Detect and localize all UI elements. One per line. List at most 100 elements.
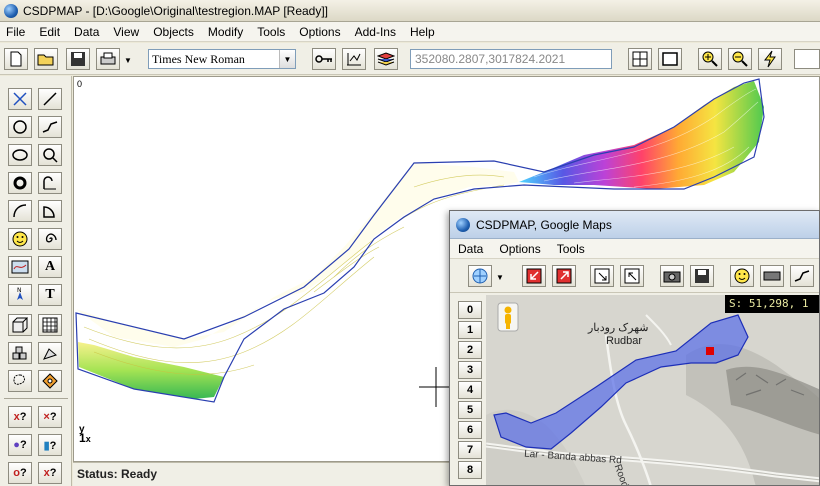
map-label-city-fa: شهرک رودبار <box>588 322 649 334</box>
query-cross-button[interactable]: x? <box>38 462 62 484</box>
map-type-dropdown-icon[interactable]: ▼ <box>496 273 504 282</box>
lasso-tool-button[interactable] <box>8 370 32 392</box>
font-select[interactable]: Times New Roman ▼ <box>148 49 296 69</box>
grid3d-tool-button[interactable] <box>8 314 32 336</box>
spiral-tool-button[interactable] <box>38 228 62 250</box>
query-o-button[interactable]: o? <box>8 462 32 484</box>
symbol-tool-button[interactable] <box>8 228 32 250</box>
export-button[interactable] <box>552 265 576 287</box>
ellipse-tool-button[interactable] <box>8 144 32 166</box>
google-polyline-button[interactable] <box>790 265 814 287</box>
google-menu-options[interactable]: Options <box>491 242 548 256</box>
palette-divider <box>4 398 68 399</box>
save-button[interactable] <box>66 48 90 70</box>
google-rect-button[interactable] <box>760 265 784 287</box>
text-tool-button[interactable]: A <box>38 256 62 278</box>
menu-objects[interactable]: Objects <box>147 25 202 39</box>
sector-tool-button[interactable] <box>38 200 62 222</box>
menu-add-ins[interactable]: Add-Ins <box>349 25 404 39</box>
transform-tool-button[interactable] <box>38 342 62 364</box>
north-arrow-tool-button[interactable]: N <box>8 284 32 306</box>
row-button-0[interactable]: 0 <box>458 301 482 319</box>
ellipse-icon <box>12 149 28 161</box>
hatch-tool-button[interactable] <box>38 314 62 336</box>
menu-edit[interactable]: Edit <box>33 25 68 39</box>
ring-tool-button[interactable] <box>8 172 32 194</box>
transform-icon <box>43 348 57 360</box>
open-button[interactable] <box>34 48 58 70</box>
print-button[interactable] <box>96 48 120 70</box>
polyline-icon <box>794 270 810 282</box>
axis-indicator: y 1x <box>79 425 91 445</box>
delete-tool-button[interactable] <box>8 88 32 110</box>
circle-tool-button[interactable] <box>8 116 32 138</box>
curve-icon <box>13 204 27 218</box>
pointer-tool-button[interactable] <box>342 48 366 70</box>
row-button-8[interactable]: 8 <box>458 461 482 479</box>
grid-3d-icon <box>12 317 28 333</box>
google-window-title: CSDPMAP, Google Maps <box>476 217 612 232</box>
svg-text:N: N <box>17 287 22 294</box>
toolbar-extra-field[interactable] <box>794 49 820 69</box>
layers-button[interactable] <box>374 48 398 70</box>
target-tool-button[interactable] <box>38 370 62 392</box>
chevron-down-icon[interactable]: ▼ <box>279 50 295 68</box>
expand-button[interactable] <box>620 265 644 287</box>
row-button-6[interactable]: 6 <box>458 421 482 439</box>
menu-bar: File Edit Data View Objects Modify Tools… <box>0 22 820 42</box>
zoom-in-icon <box>702 51 718 67</box>
snapshot-button[interactable] <box>660 265 684 287</box>
google-map-view[interactable]: شهرک رودبار Rudbar Lar - Banda abbas Rd … <box>486 295 819 485</box>
text-t-icon: T <box>45 287 55 302</box>
menu-file[interactable]: File <box>0 25 33 39</box>
curve-tool-button[interactable] <box>8 200 32 222</box>
map-label-city-en: Rudbar <box>606 335 643 347</box>
row-button-7[interactable]: 7 <box>458 441 482 459</box>
menu-tools[interactable]: Tools <box>251 25 293 39</box>
google-maps-window[interactable]: CSDPMAP, Google Maps Data Options Tools … <box>449 210 820 486</box>
label-tool-button[interactable]: T <box>38 284 62 306</box>
line-tool-button[interactable] <box>38 88 62 110</box>
print-dropdown-icon[interactable]: ▼ <box>124 56 132 65</box>
menu-data[interactable]: Data <box>68 25 107 39</box>
scale-readout: S: 51,298, 1 <box>725 295 819 313</box>
query-layer-button[interactable]: ●? <box>8 434 32 456</box>
zoom-out-button[interactable] <box>728 48 752 70</box>
menu-help[interactable]: Help <box>404 25 443 39</box>
key-button[interactable] <box>312 48 336 70</box>
google-menu-tools[interactable]: Tools <box>549 242 593 256</box>
google-symbol-button[interactable] <box>730 265 754 287</box>
row-button-4[interactable]: 4 <box>458 381 482 399</box>
polyline-tool-button[interactable] <box>38 116 62 138</box>
import-button[interactable] <box>522 265 546 287</box>
row-button-5[interactable]: 5 <box>458 401 482 419</box>
google-window-titlebar[interactable]: CSDPMAP, Google Maps <box>450 211 819 239</box>
google-save-button[interactable] <box>690 265 714 287</box>
map-type-button[interactable] <box>468 265 492 287</box>
zoom-in-button[interactable] <box>698 48 722 70</box>
row-button-2[interactable]: 2 <box>458 341 482 359</box>
row-button-1[interactable]: 1 <box>458 321 482 339</box>
menu-modify[interactable]: Modify <box>202 25 251 39</box>
query-db-button[interactable]: ▮? <box>38 434 62 456</box>
grid-view-button[interactable] <box>628 48 652 70</box>
redraw-button[interactable] <box>758 48 782 70</box>
row-button-3[interactable]: 3 <box>458 361 482 379</box>
axis-x-label: x <box>85 434 91 444</box>
arc-tool-button[interactable] <box>38 172 62 194</box>
location-marker[interactable] <box>706 347 714 355</box>
ring-icon <box>13 176 27 190</box>
shrink-button[interactable] <box>590 265 614 287</box>
map-tool-button[interactable] <box>8 256 32 278</box>
menu-view[interactable]: View <box>107 25 147 39</box>
menu-options[interactable]: Options <box>293 25 348 39</box>
google-menu-data[interactable]: Data <box>450 242 491 256</box>
query-x-button[interactable]: x? <box>8 406 32 428</box>
blocks-tool-button[interactable] <box>8 342 32 364</box>
blocks-icon <box>12 346 27 360</box>
circle-zoom-tool-button[interactable] <box>38 144 62 166</box>
pegman-icon[interactable] <box>497 302 519 332</box>
query-xy-button[interactable]: ×? <box>38 406 62 428</box>
frame-view-button[interactable] <box>658 48 682 70</box>
new-button[interactable] <box>4 48 28 70</box>
